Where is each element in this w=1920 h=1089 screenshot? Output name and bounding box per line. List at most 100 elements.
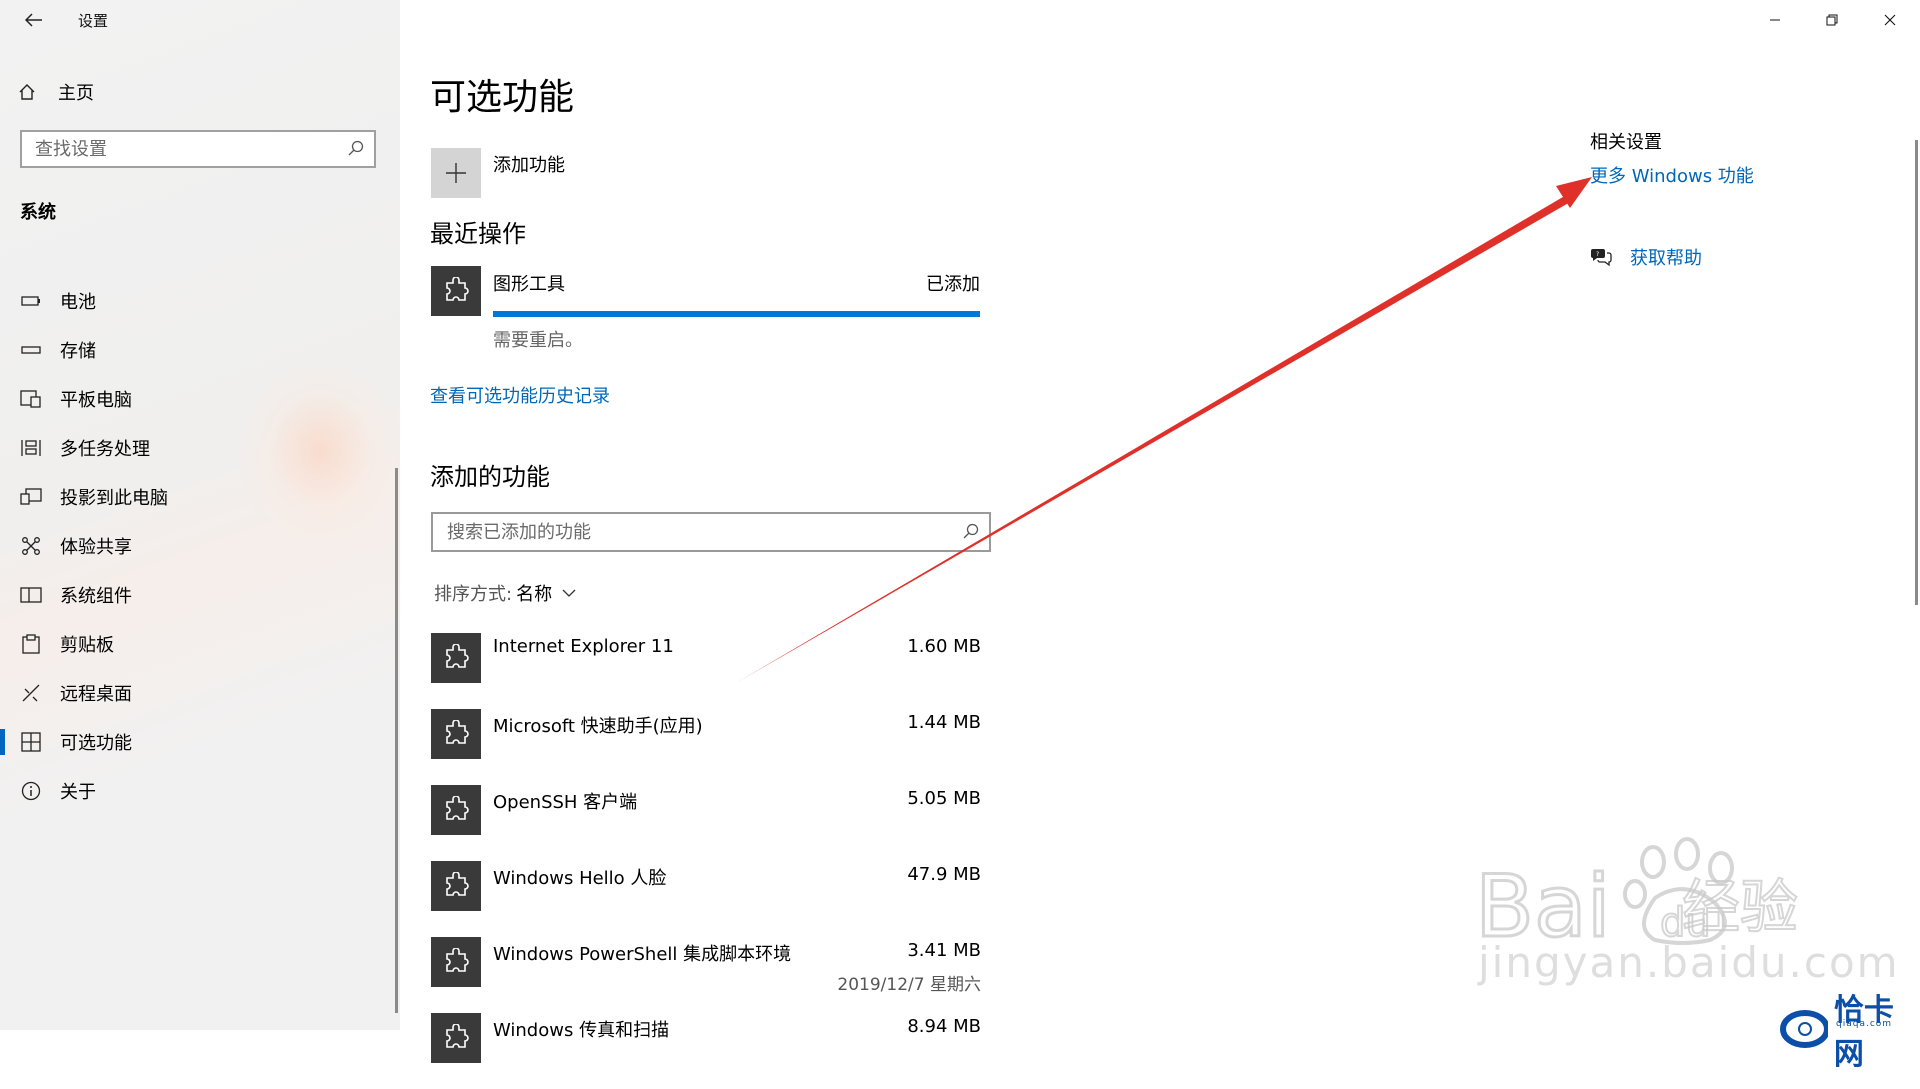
recent-feature-status: 已添加 <box>926 274 980 295</box>
close-button[interactable] <box>1867 4 1913 36</box>
settings-search[interactable] <box>20 130 376 168</box>
sidebar-item-label: 投影到此电脑 <box>60 488 168 509</box>
recent-heading: 最近操作 <box>430 220 526 248</box>
installed-search[interactable] <box>431 512 991 552</box>
recent-feature-note: 需要重启。 <box>493 330 583 351</box>
clipboard-icon <box>18 634 44 654</box>
feature-size: 3.41 MB <box>907 940 981 961</box>
sidebar-item-clipboard[interactable]: 剪贴板 <box>0 624 390 664</box>
restore-button[interactable] <box>1809 4 1855 36</box>
sidebar-item-label: 体验共享 <box>60 537 132 558</box>
sidebar-section-title: 系统 <box>20 202 56 223</box>
back-arrow-icon <box>25 13 42 27</box>
feature-size: 1.60 MB <box>907 636 981 657</box>
list-item[interactable]: Internet Explorer 11 1.60 MB <box>431 633 981 709</box>
sidebar-item-remote-desktop[interactable]: 远程桌面 <box>0 673 390 713</box>
info-icon <box>18 781 44 801</box>
puzzle-icon <box>431 937 481 987</box>
sidebar-item-tablet[interactable]: 平板电脑 <box>0 379 390 419</box>
plus-icon <box>446 163 466 183</box>
sidebar-item-share[interactable]: 体验共享 <box>0 526 390 566</box>
related-settings-title: 相关设置 <box>1590 132 1662 153</box>
sort-label: 排序方式: <box>434 584 513 605</box>
watermark-brand-suffix: 经验 <box>1681 872 1799 942</box>
puzzle-icon <box>431 785 481 835</box>
sidebar-scrollbar[interactable] <box>395 468 398 1013</box>
multitasking-icon <box>18 439 44 457</box>
sidebar-item-label: 可选功能 <box>60 733 132 754</box>
list-item[interactable]: Windows PowerShell 集成脚本环境 3.41 MB 2019/1… <box>431 937 981 1013</box>
list-item[interactable]: Windows 传真和扫描 8.94 MB <box>431 1013 981 1089</box>
svg-text:Bai: Bai <box>1475 857 1611 948</box>
feature-name: OpenSSH 客户端 <box>493 792 638 813</box>
search-icon[interactable] <box>963 523 979 543</box>
battery-icon <box>18 296 44 306</box>
minimize-button[interactable] <box>1752 4 1798 36</box>
add-feature-label[interactable]: 添加功能 <box>493 151 565 177</box>
feature-name: Windows Hello 人脸 <box>493 868 667 889</box>
list-item[interactable]: Microsoft 快速助手(应用) 1.44 MB <box>431 709 981 785</box>
feature-name: Microsoft 快速助手(应用) <box>493 716 703 737</box>
installed-search-input[interactable] <box>433 514 949 550</box>
add-feature-button[interactable] <box>431 148 481 198</box>
sidebar-item-storage[interactable]: 存储 <box>0 330 390 370</box>
app-title: 设置 <box>78 12 109 30</box>
installed-heading: 添加的功能 <box>430 463 550 491</box>
close-icon <box>1884 14 1896 26</box>
share-icon <box>18 536 44 556</box>
home-icon <box>18 83 44 101</box>
sidebar-item-label: 存储 <box>60 341 96 362</box>
get-help-link[interactable]: 获取帮助 <box>1630 244 1702 270</box>
sidebar-home[interactable]: 主页 <box>18 78 94 106</box>
optional-features-icon <box>18 732 44 752</box>
tablet-icon <box>18 390 44 408</box>
sidebar-item-optional-features[interactable]: 可选功能 <box>0 722 390 762</box>
sidebar-item-label: 远程桌面 <box>60 684 132 705</box>
list-item[interactable]: OpenSSH 客户端 5.05 MB <box>431 785 981 861</box>
page-title: 可选功能 <box>430 77 575 118</box>
sidebar-item-project[interactable]: 投影到此电脑 <box>0 477 390 517</box>
sidebar-item-battery[interactable]: 电池 <box>0 281 390 321</box>
sort-value: 名称 <box>516 584 553 605</box>
feature-date: 2019/12/7 星期六 <box>837 975 981 995</box>
feature-name: Windows PowerShell 集成脚本环境 <box>493 944 792 965</box>
puzzle-icon <box>431 1013 481 1063</box>
sidebar-item-multitasking[interactable]: 多任务处理 <box>0 428 390 468</box>
badge-text: 恰卡网 <box>1833 993 1894 1072</box>
sidebar-home-label: 主页 <box>58 83 94 104</box>
sort-dropdown[interactable]: 排序方式: 名称 <box>434 580 576 606</box>
storage-icon <box>18 345 44 355</box>
recent-feature-tile <box>431 266 481 316</box>
settings-search-input[interactable] <box>22 132 337 166</box>
minimize-icon <box>1770 19 1780 21</box>
sidebar-item-label: 平板电脑 <box>60 390 132 411</box>
history-link[interactable]: 查看可选功能历史记录 <box>430 382 610 408</box>
components-icon <box>18 587 44 603</box>
feature-name: Internet Explorer 11 <box>493 636 674 657</box>
feature-size: 1.44 MB <box>907 712 981 733</box>
sidebar-item-about[interactable]: 关于 <box>0 771 390 811</box>
more-windows-features-link[interactable]: 更多 Windows 功能 <box>1590 162 1754 188</box>
list-item[interactable]: Windows Hello 人脸 47.9 MB <box>431 861 981 937</box>
sidebar-item-components[interactable]: 系统组件 <box>0 575 390 615</box>
get-help[interactable]: ? 获取帮助 <box>1590 244 1702 270</box>
recent-feature-name: 图形工具 <box>493 274 565 295</box>
feature-size: 5.05 MB <box>907 788 981 809</box>
search-icon[interactable] <box>348 140 364 160</box>
remote-desktop-icon <box>18 683 44 703</box>
main-scrollbar[interactable] <box>1915 140 1918 605</box>
chat-help-icon: ? <box>1590 247 1612 267</box>
back-button[interactable] <box>14 6 54 34</box>
watermark-url: jingyan.baidu.com <box>1478 938 1900 987</box>
qiaqa-logo-icon <box>1780 1010 1828 1048</box>
selection-indicator <box>0 729 5 755</box>
feature-size: 8.94 MB <box>907 1016 981 1037</box>
sidebar-item-label: 电池 <box>60 292 96 313</box>
sidebar-item-label: 多任务处理 <box>60 439 150 460</box>
badge-sub: qiaqa.com <box>1836 1019 1893 1029</box>
chevron-down-icon <box>562 589 576 597</box>
puzzle-icon <box>431 633 481 683</box>
qiaqa-badge: 恰卡网 <box>1780 985 1920 1073</box>
puzzle-icon <box>431 861 481 911</box>
svg-text:?: ? <box>1596 251 1599 258</box>
